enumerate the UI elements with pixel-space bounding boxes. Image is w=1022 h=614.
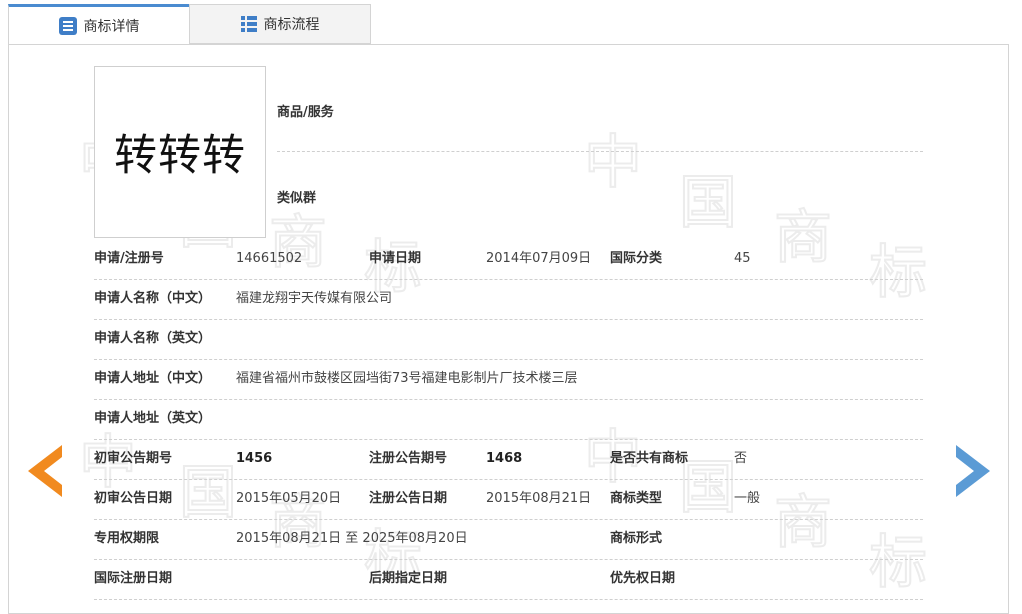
watermark-char: 中 xyxy=(583,127,643,197)
tab-label: 商标流程 xyxy=(263,17,320,33)
tab-label: 商标详情 xyxy=(83,19,140,35)
exclusive-term-value: 2015年08月21日 至 2025年08月20日 xyxy=(236,531,468,546)
info-row-registration: 申请/注册号 14661502 申请日期 2014年07月09日 国际分类 45 xyxy=(94,239,923,280)
info-row-exclusive-term: 专用权期限 2015年08月21日 至 2025年08月20日 商标形式 xyxy=(94,519,923,560)
shared-trademark-label: 是否共有商标 xyxy=(610,451,689,466)
info-row-applicant-address-en: 申请人地址（英文） xyxy=(94,399,923,440)
shared-trademark-value: 否 xyxy=(734,451,748,466)
reg-pub-no-label: 注册公告期号 xyxy=(369,451,448,466)
applicant-address-cn-label: 申请人地址（中文） xyxy=(94,371,212,386)
trademark-detail-panel: 中 国 商 标 中 国 商 标 中 国 商 标 中 国 商 标 转转转 商品/服… xyxy=(8,44,1009,614)
list-icon xyxy=(240,16,257,32)
priority-date-label: 优先权日期 xyxy=(610,571,676,586)
tab-trademark-details[interactable]: 商标详情 xyxy=(8,4,190,45)
prelim-pub-no-label: 初审公告期号 xyxy=(94,451,173,466)
similar-group-label: 类似群 xyxy=(277,191,317,206)
later-designation-date-label: 后期指定日期 xyxy=(369,571,448,586)
prelim-pub-date-value: 2015年05月20日 xyxy=(236,491,342,506)
info-row-announcement-no: 初审公告期号 1456 注册公告期号 1468 是否共有商标 否 xyxy=(94,439,923,480)
info-row-applicant-address-cn: 申请人地址（中文） 福建省福州市鼓楼区园垱街73号福建电影制片厂技术楼三层 xyxy=(94,359,923,400)
tab-trademark-process[interactable]: 商标流程 xyxy=(189,4,371,44)
info-row-dates: 国际注册日期 后期指定日期 优先权日期 xyxy=(94,559,923,600)
intl-class-label: 国际分类 xyxy=(610,251,663,266)
goods-services-label: 商品/服务 xyxy=(277,105,334,120)
document-list-icon xyxy=(58,17,77,35)
reg-no-value: 14661502 xyxy=(236,251,303,266)
trademark-form-label: 商标形式 xyxy=(610,531,663,546)
reg-no-label: 申请/注册号 xyxy=(94,251,164,266)
info-row-announcement-date: 初审公告日期 2015年05月20日 注册公告日期 2015年08月21日 商标… xyxy=(94,479,923,520)
reg-pub-date-label: 注册公告日期 xyxy=(369,491,448,506)
app-date-value: 2014年07月09日 xyxy=(486,251,592,266)
trademark-image: 转转转 xyxy=(94,66,266,238)
intl-class-value: 45 xyxy=(734,251,751,266)
info-row-applicant-name-en: 申请人名称（英文） xyxy=(94,319,923,360)
divider xyxy=(277,151,923,152)
applicant-name-cn-value: 福建龙翔宇天传媒有限公司 xyxy=(236,291,393,306)
applicant-address-en-label: 申请人地址（英文） xyxy=(94,411,212,426)
next-arrow-icon[interactable] xyxy=(956,445,990,497)
prelim-pub-date-label: 初审公告日期 xyxy=(94,491,173,506)
applicant-name-cn-label: 申请人名称（中文） xyxy=(94,291,212,306)
exclusive-term-label: 专用权期限 xyxy=(94,531,160,546)
trademark-type-value: 一般 xyxy=(734,491,761,506)
trademark-type-label: 商标类型 xyxy=(610,491,663,506)
applicant-name-en-label: 申请人名称（英文） xyxy=(94,331,212,346)
previous-arrow-icon[interactable] xyxy=(28,445,62,497)
info-row-applicant-name-cn: 申请人名称（中文） 福建龙翔宇天传媒有限公司 xyxy=(94,279,923,320)
applicant-address-cn-value: 福建省福州市鼓楼区园垱街73号福建电影制片厂技术楼三层 xyxy=(236,371,578,386)
app-date-label: 申请日期 xyxy=(369,251,422,266)
prelim-pub-no-value: 1456 xyxy=(236,451,273,466)
reg-pub-no-value: 1468 xyxy=(486,451,523,466)
intl-reg-date-label: 国际注册日期 xyxy=(94,571,173,586)
watermark-char: 国 xyxy=(678,167,738,237)
reg-pub-date-value: 2015年08月21日 xyxy=(486,491,592,506)
